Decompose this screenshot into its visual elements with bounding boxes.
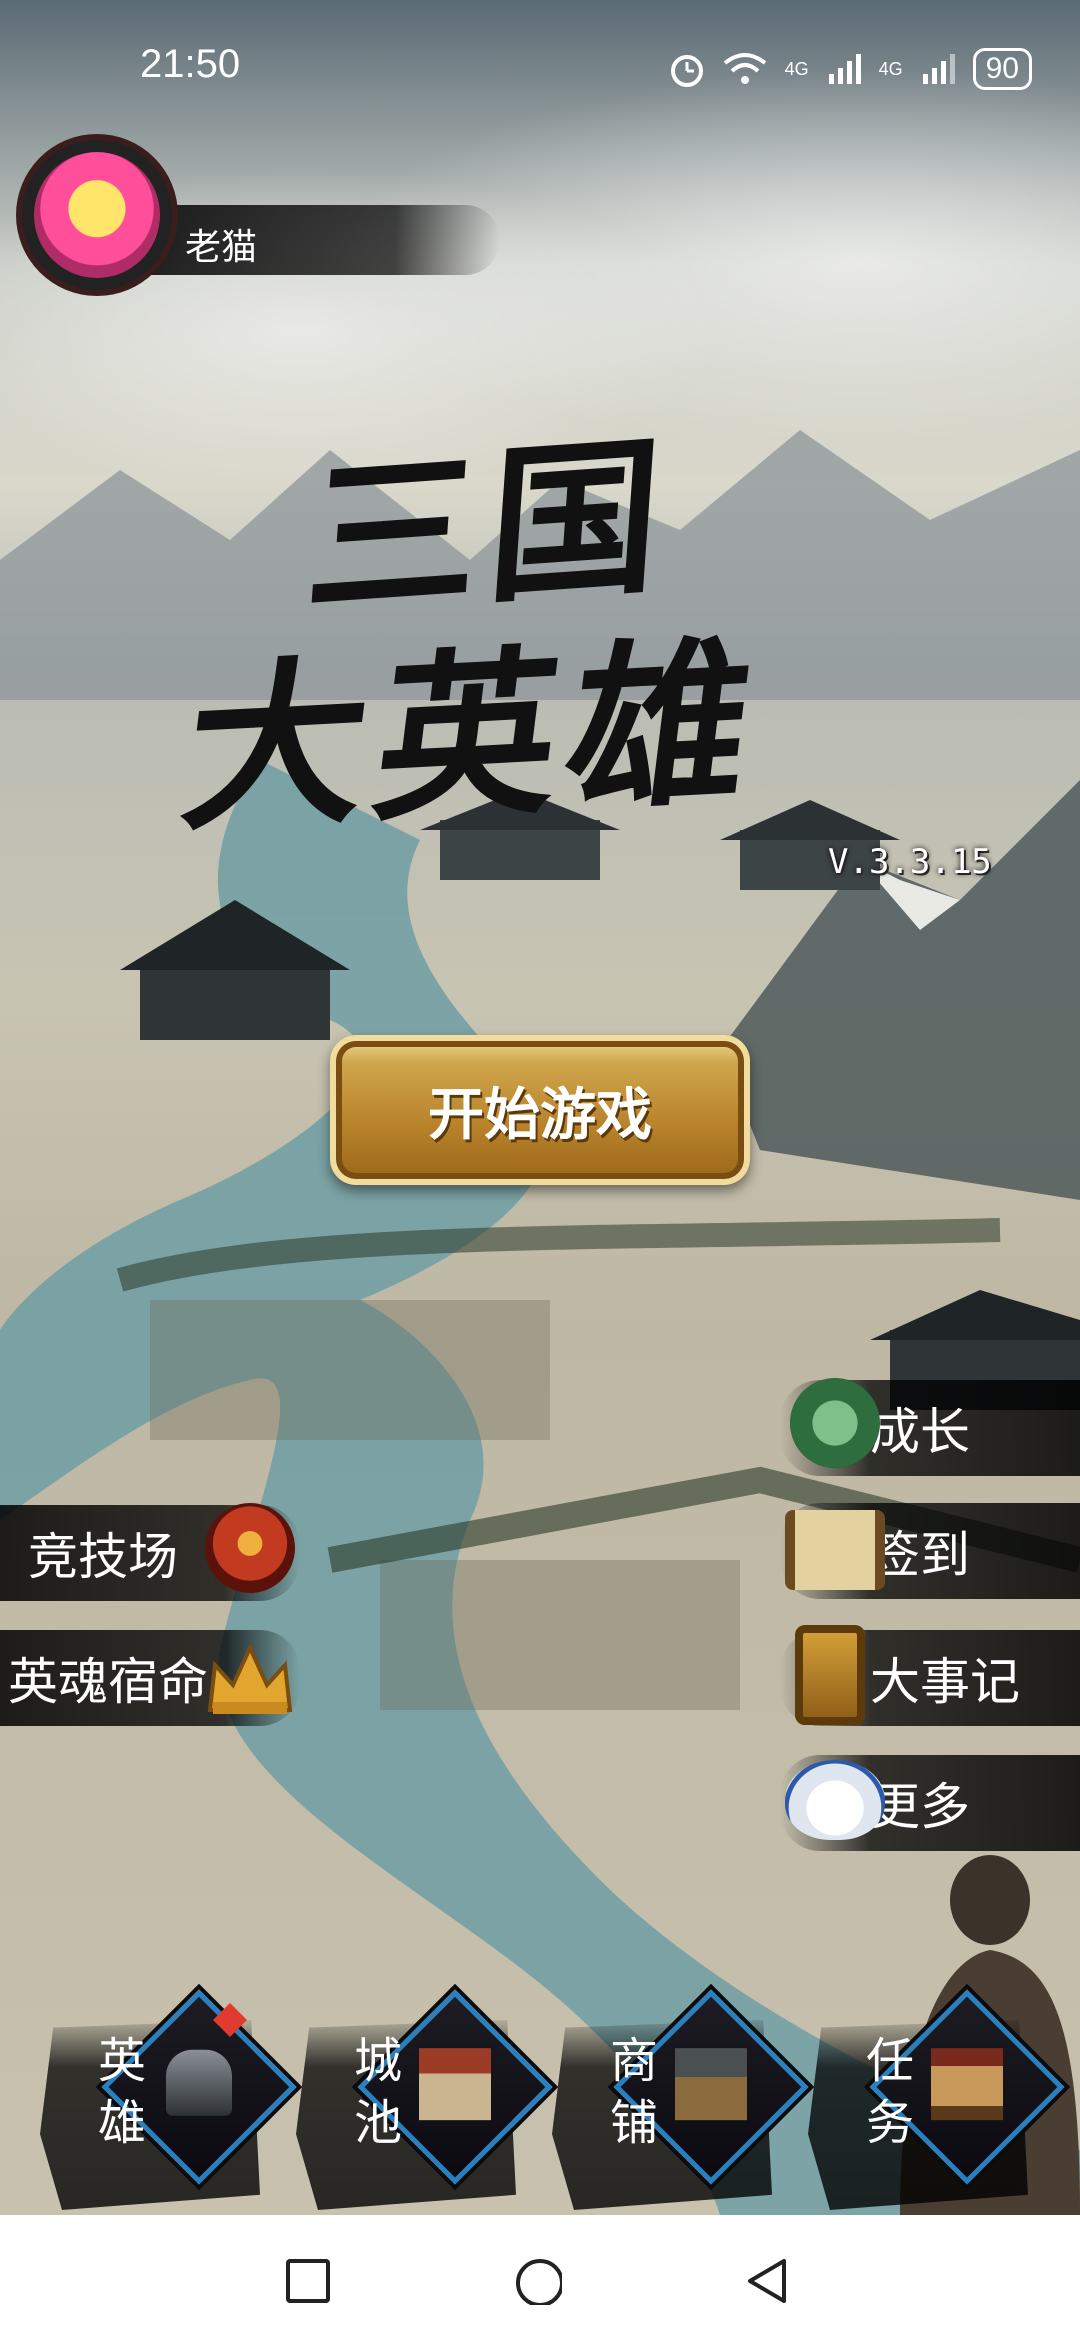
- bottom-navigation: 英雄 城池 商铺 任务: [0, 1989, 1080, 2215]
- nav-shop[interactable]: 商铺: [552, 1989, 809, 2215]
- network-type-1: 4G: [784, 58, 809, 79]
- signal-icon-1: [828, 54, 861, 84]
- nav-hero-label: 英雄: [98, 2033, 147, 2151]
- menu-label-checkin: 签到: [870, 1526, 970, 1584]
- dragon-icon: [205, 1503, 295, 1593]
- player-name: 老猫: [185, 227, 258, 268]
- jade-disc-icon: [790, 1378, 880, 1468]
- menu-label-arena: 竞技场: [28, 1528, 178, 1586]
- start-game-label: 开始游戏: [428, 1082, 652, 1148]
- nav-task-label: 任务: [866, 2033, 915, 2151]
- recent-apps-icon[interactable]: [284, 2257, 332, 2305]
- avatar[interactable]: [22, 140, 172, 290]
- menu-label-chronicle: 大事记: [870, 1653, 1020, 1711]
- status-bar: 21:50 4G 4G 90: [0, 0, 1080, 140]
- nav-task[interactable]: 任务: [808, 1989, 1065, 2215]
- menu-label-hero-fate: 英魂宿命: [8, 1653, 208, 1711]
- alarm-icon: [670, 55, 703, 87]
- wifi-icon: [723, 53, 766, 84]
- nav-city[interactable]: 城池: [296, 1989, 553, 2215]
- menu-label-more: 更多: [870, 1778, 970, 1836]
- game-title-logo: 三国 大英雄: [173, 390, 910, 857]
- start-game-button[interactable]: 开始游戏: [330, 1035, 750, 1185]
- system-navigation-bar: [0, 2215, 1080, 2340]
- tea-bowl-icon: [785, 1760, 885, 1840]
- back-icon[interactable]: [744, 2257, 792, 2305]
- status-time: 21:50: [140, 42, 241, 86]
- home-icon[interactable]: [514, 2257, 562, 2305]
- status-icons: 4G 4G 90: [669, 44, 1032, 94]
- nav-city-label: 城池: [354, 2033, 403, 2151]
- nav-shop-label: 商铺: [610, 2033, 659, 2151]
- version-label: V.3.3.15: [828, 842, 992, 882]
- menu-label-growth: 成长: [870, 1403, 970, 1461]
- lantern-icon: [795, 1625, 865, 1725]
- network-type-2: 4G: [878, 58, 903, 79]
- battery-indicator: 90: [972, 48, 1032, 90]
- signal-icon-2: [922, 54, 955, 84]
- crown-icon: [207, 1643, 293, 1714]
- avatar-image: [34, 152, 160, 278]
- scroll-icon: [785, 1510, 885, 1590]
- game-title-line2: 大英雄: [172, 616, 774, 857]
